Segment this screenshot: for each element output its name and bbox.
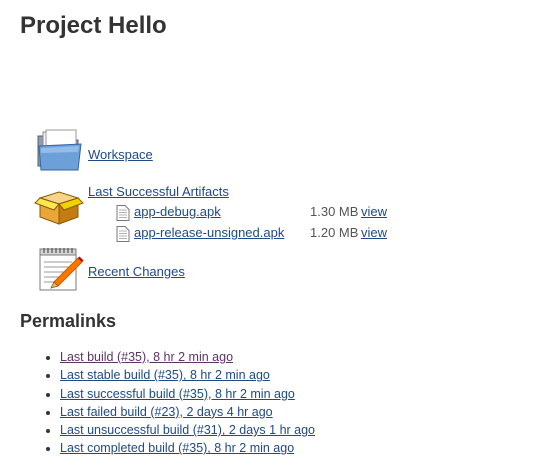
list-item: Last failed build (#23), 2 days 4 hr ago <box>60 403 315 421</box>
artifact-view-link[interactable]: view <box>361 225 387 240</box>
artifact-row: app-debug.apk 1.30 MB view <box>116 204 406 222</box>
permalink-last-completed-build[interactable]: Last completed build (#35), 8 hr 2 min a… <box>60 441 294 455</box>
artifact-view-link[interactable]: view <box>361 204 387 219</box>
last-successful-artifacts-link[interactable]: Last Successful Artifacts <box>88 184 229 199</box>
workspace-link[interactable]: Workspace <box>88 147 153 162</box>
folder-icon[interactable] <box>34 128 84 174</box>
artifact-link-app-debug[interactable]: app-debug.apk <box>134 204 221 219</box>
artifact-size: 1.20 MB <box>310 225 359 240</box>
permalink-last-failed-build[interactable]: Last failed build (#23), 2 days 4 hr ago <box>60 405 273 419</box>
permalink-last-stable-build[interactable]: Last stable build (#35), 8 hr 2 min ago <box>60 368 270 382</box>
package-icon[interactable] <box>34 184 84 230</box>
permalink-last-unsuccessful-build[interactable]: Last unsuccessful build (#31), 2 days 1 … <box>60 423 315 437</box>
list-item: Last build (#35), 8 hr 2 min ago <box>60 348 315 366</box>
recent-changes-link[interactable]: Recent Changes <box>88 264 185 279</box>
page-title: Project Hello <box>20 12 167 39</box>
list-item: Last stable build (#35), 8 hr 2 min ago <box>60 366 315 384</box>
file-icon <box>116 226 130 242</box>
permalink-last-build[interactable]: Last build (#35), 8 hr 2 min ago <box>60 350 233 364</box>
notepad-icon[interactable] <box>34 246 84 292</box>
artifact-size: 1.30 MB <box>310 204 359 219</box>
file-icon <box>116 205 130 221</box>
permalinks-list: Last build (#35), 8 hr 2 min ago Last st… <box>0 348 315 458</box>
artifact-row: app-release-unsigned.apk 1.20 MB view <box>116 225 406 243</box>
list-item: Last completed build (#35), 8 hr 2 min a… <box>60 439 315 457</box>
artifact-link-app-release-unsigned[interactable]: app-release-unsigned.apk <box>134 225 284 240</box>
permalinks-heading: Permalinks <box>20 311 117 331</box>
list-item: Last successful build (#35), 8 hr 2 min … <box>60 385 315 403</box>
permalink-last-successful-build[interactable]: Last successful build (#35), 8 hr 2 min … <box>60 387 295 401</box>
list-item: Last unsuccessful build (#31), 2 days 1 … <box>60 421 315 439</box>
